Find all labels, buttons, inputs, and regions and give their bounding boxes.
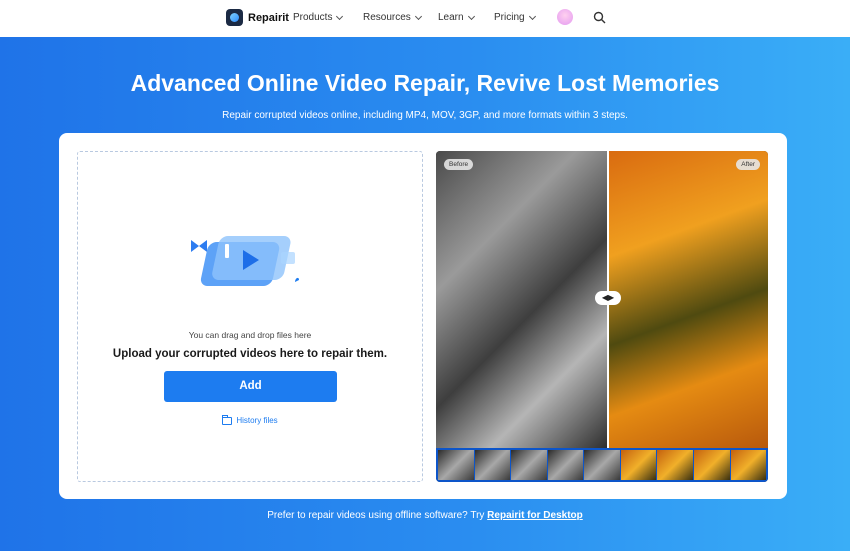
desktop-promo-text: Prefer to repair videos using offline so…	[267, 510, 488, 521]
nav-learn-label: Learn	[438, 12, 464, 23]
chevron-down-icon	[467, 12, 475, 20]
comparison-slider-handle[interactable]: ◀▶	[595, 291, 621, 305]
before-after-preview: ◀▶ Before After	[436, 151, 768, 482]
desktop-promo: Prefer to repair videos using offline so…	[0, 510, 850, 521]
chevron-down-icon	[414, 12, 422, 20]
nav-resources[interactable]: Resources	[363, 12, 422, 23]
nav-learn[interactable]: Learn	[438, 12, 475, 23]
desktop-app-link[interactable]: Repairit for Desktop	[487, 510, 583, 521]
nav-pricing[interactable]: Pricing	[494, 12, 536, 23]
brand-name: Repairit	[248, 11, 289, 24]
chevron-down-icon	[336, 12, 344, 20]
filmstrip-frame	[693, 450, 730, 480]
nav-resources-label: Resources	[363, 12, 411, 23]
before-badge: Before	[444, 159, 474, 170]
before-image	[436, 151, 608, 448]
filmstrip-frame	[511, 450, 547, 480]
filmstrip-frame	[438, 450, 474, 480]
nav-pricing-label: Pricing	[494, 12, 525, 23]
filmstrip-frame	[657, 450, 693, 480]
after-badge: After	[736, 159, 760, 170]
filmstrip-frame	[620, 450, 657, 480]
video-filmstrip[interactable]	[436, 448, 768, 482]
history-files-label: History files	[236, 416, 278, 425]
filmstrip-frame	[547, 450, 584, 480]
search-icon[interactable]	[593, 11, 606, 24]
page-subtitle: Repair corrupted videos online, includin…	[222, 110, 628, 121]
add-button[interactable]: Add	[164, 371, 337, 402]
folder-icon	[222, 414, 233, 425]
after-image	[608, 151, 768, 448]
filmstrip-frame	[474, 450, 511, 480]
upload-dropzone[interactable]: You can drag and drop files here Upload …	[77, 151, 423, 482]
video-upload-illustration	[191, 236, 299, 286]
brand-link[interactable]: Repairit	[226, 9, 289, 26]
filmstrip-frame	[584, 450, 620, 480]
nav-products[interactable]: Products	[293, 12, 344, 23]
repairit-logo-icon	[226, 9, 243, 26]
avatar[interactable]	[557, 9, 573, 25]
upload-heading: Upload your corrupted videos here to rep…	[112, 348, 388, 360]
chevron-down-icon	[528, 12, 536, 20]
nav-products-label: Products	[293, 12, 333, 23]
history-files-link[interactable]: History files	[78, 414, 422, 425]
drag-drop-hint: You can drag and drop files here	[188, 330, 312, 340]
hero-section: Advanced Online Video Repair, Revive Los…	[0, 37, 850, 551]
top-nav: Repairit Products Resources Learn Pricin…	[0, 0, 850, 37]
filmstrip-frame	[730, 450, 767, 480]
repair-card: You can drag and drop files here Upload …	[59, 133, 787, 499]
page-title: Advanced Online Video Repair, Revive Los…	[130, 70, 720, 96]
